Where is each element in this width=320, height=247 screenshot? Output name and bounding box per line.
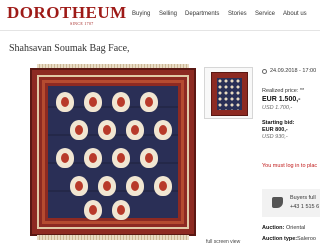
auction-value[interactable]: Oriental [286, 225, 305, 231]
auction-date: 24.09.2018 - 17:00 [270, 68, 317, 74]
boteh-motif [56, 148, 74, 168]
boteh-motif [126, 120, 144, 140]
rug-main-image[interactable] [27, 64, 199, 240]
full-screen-link[interactable]: full screen view [206, 239, 240, 245]
nav-stories[interactable]: Stories [228, 11, 247, 17]
realized-price-eur: EUR 1.500,- [262, 96, 301, 103]
boteh-motif [98, 120, 116, 140]
boteh-motif [112, 200, 130, 220]
boteh-motif [140, 92, 158, 112]
auction-type-label: Auction type: [262, 236, 298, 242]
rug-field [48, 86, 178, 220]
auction-label: Auction: [262, 225, 285, 231]
boteh-motif [70, 120, 88, 140]
thumbnail-rug [211, 72, 248, 116]
starting-bid-usd: USD 930,- [262, 134, 288, 140]
auction-type-value: Saleroo [297, 236, 316, 242]
dorotheum-logo[interactable]: DOROTHEUM [7, 3, 127, 23]
site-header: DOROTHEUM SINCE 1707 Buying Selling Depa… [0, 0, 320, 31]
boteh-motif [98, 176, 116, 196]
rug-fringe-bottom [37, 235, 189, 240]
logo-tagline: SINCE 1707 [70, 21, 94, 26]
boteh-motif [84, 148, 102, 168]
clock-icon [262, 69, 267, 74]
lot-title: Shahsavan Soumak Bag Face, [9, 43, 130, 54]
boteh-motif [56, 92, 74, 112]
starting-bid-label: Starting bid: [262, 120, 295, 126]
boteh-motif [126, 176, 144, 196]
starting-bid-eur: EUR 800,- [262, 127, 288, 133]
boteh-motif [70, 176, 88, 196]
nav-buying[interactable]: Buying [132, 11, 150, 17]
nav-service[interactable]: Service [255, 11, 275, 17]
phone-icon [272, 197, 283, 208]
realized-price-usd: USD 1.700,- [262, 105, 293, 111]
nav-selling[interactable]: Selling [159, 11, 177, 17]
buyers-phone-number[interactable]: +43 1 515 6 [290, 204, 319, 210]
nav-departments[interactable]: Departments [185, 11, 219, 17]
buyers-service-label: Buyers full [290, 195, 316, 201]
boteh-motif [84, 200, 102, 220]
realized-price-label: Realized price: ** [262, 88, 305, 94]
boteh-motif [154, 120, 172, 140]
rug-thumbnail[interactable] [204, 67, 253, 119]
thumbnail-field [217, 78, 242, 110]
boteh-motif [84, 92, 102, 112]
rug-body [30, 68, 196, 236]
boteh-motif [140, 148, 158, 168]
buyers-phone-box[interactable]: Buyers full +43 1 515 6 [262, 189, 320, 217]
login-notice-link[interactable]: You must log in to plac [262, 163, 317, 169]
boteh-motif [112, 92, 130, 112]
boteh-motif [112, 148, 130, 168]
nav-about-us[interactable]: About us [283, 11, 307, 17]
boteh-motif [154, 176, 172, 196]
